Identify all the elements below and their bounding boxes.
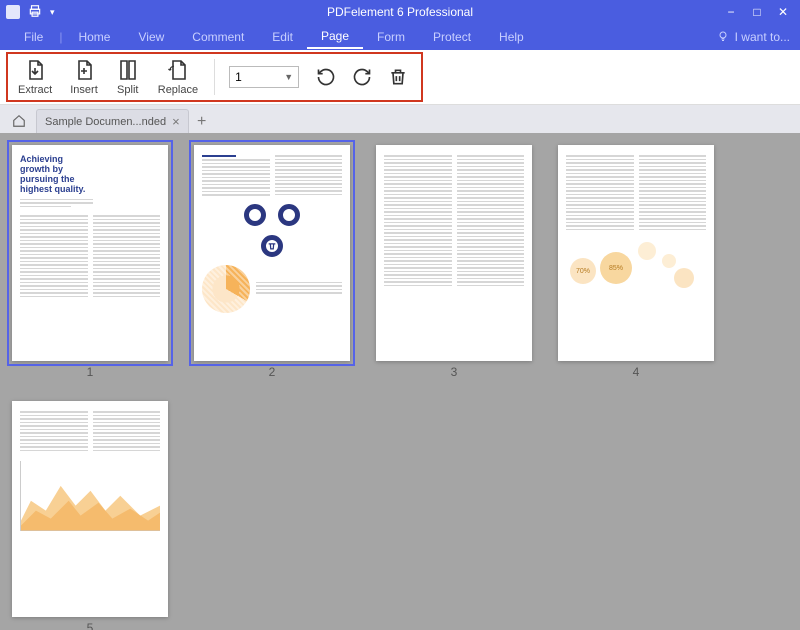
insert-button[interactable]: Insert [64,56,104,98]
area-chart-icon [20,461,160,531]
menu-home[interactable]: Home [64,26,124,48]
rotate-cw-button[interactable] [350,65,374,89]
page-number-input[interactable]: 1 ▼ [229,66,299,88]
split-button[interactable]: Split [110,56,146,98]
menu-form[interactable]: Form [363,26,419,48]
trash-icon [261,235,283,257]
menu-help[interactable]: Help [485,26,538,48]
menu-comment[interactable]: Comment [178,26,258,48]
page-thumbnail-5[interactable] [12,401,168,617]
page-thumbnails-grid: Achieving growth by pursuing the highest… [0,133,800,630]
refresh-icon [278,204,300,226]
minimize-button[interactable]: − [720,3,742,21]
menu-protect[interactable]: Protect [419,26,485,48]
refresh-icon [244,204,266,226]
page-thumbnail-4[interactable]: 70% 85% [558,145,714,361]
thumbnail-label: 4 [633,365,640,379]
page-toolbar: Extract Insert Split Replace 1 ▼ [0,50,800,105]
home-tab-button[interactable] [6,109,32,133]
maximize-button[interactable]: □ [746,3,768,21]
thumbnail-label: 5 [87,621,94,630]
page-thumbnail-2[interactable] [194,145,350,361]
pie-chart-icon [202,265,250,313]
app-title: PDFelement 6 Professional [0,5,800,19]
close-tab-button[interactable]: × [172,114,180,129]
menu-edit[interactable]: Edit [258,26,307,48]
extract-button[interactable]: Extract [12,56,58,98]
title-bar: ▾ PDFelement 6 Professional − □ ✕ [0,0,800,24]
menu-bar: File | Home View Comment Edit Page Form … [0,24,800,50]
app-logo-icon [6,5,20,19]
rotate-ccw-button[interactable] [314,65,338,89]
thumbnail-label: 1 [87,365,94,379]
document-tab[interactable]: Sample Documen...nded × [36,109,189,133]
thumbnail-label: 2 [269,365,276,379]
thumbnail-label: 3 [451,365,458,379]
print-icon[interactable] [28,4,42,21]
menu-file[interactable]: File [10,26,57,48]
close-window-button[interactable]: ✕ [772,3,794,21]
document-tab-bar: Sample Documen...nded × + [0,105,800,133]
menu-page[interactable]: Page [307,25,363,49]
delete-page-button[interactable] [386,65,410,89]
toolbar-highlight: Extract Insert Split Replace 1 ▼ [6,52,423,102]
i-want-to-button[interactable]: I want to... [717,30,790,45]
lightbulb-icon [717,30,729,45]
replace-button[interactable]: Replace [152,56,204,98]
menu-view[interactable]: View [124,26,178,48]
new-tab-button[interactable]: + [191,111,213,133]
page-thumbnail-3[interactable] [376,145,532,361]
chevron-down-icon: ▼ [284,72,293,82]
dropdown-caret-icon[interactable]: ▾ [50,7,55,18]
page-thumbnail-1[interactable]: Achieving growth by pursuing the highest… [12,145,168,361]
